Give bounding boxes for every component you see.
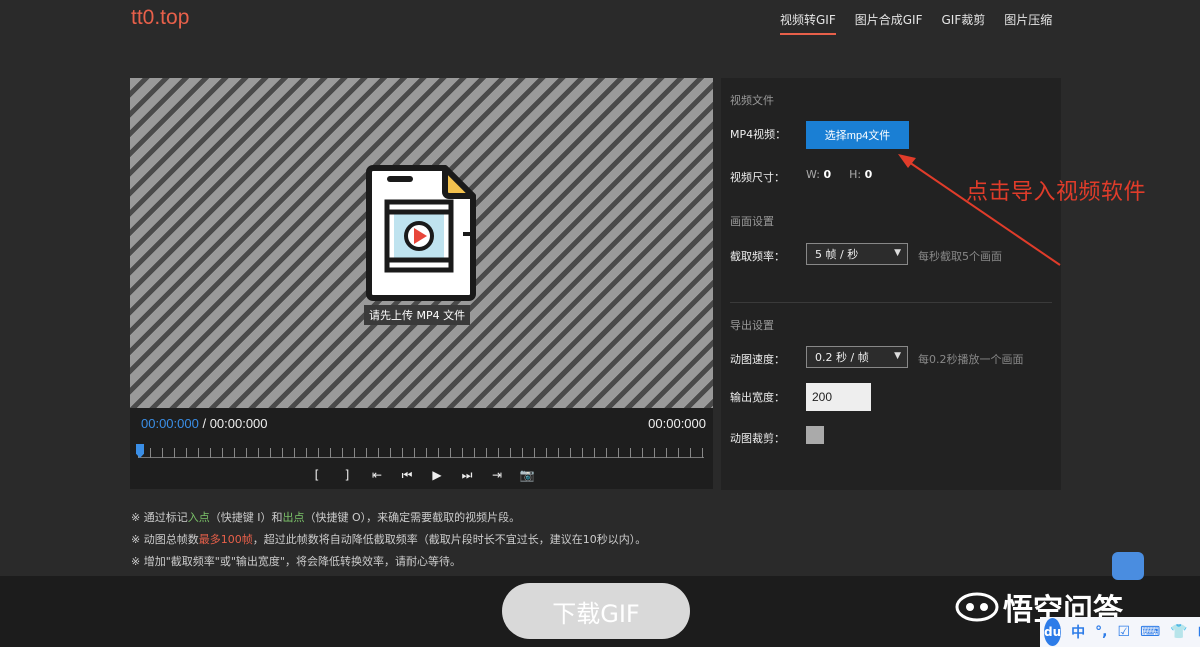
ime-chinese-mode[interactable]: 中 (1071, 622, 1085, 642)
capture-rate-label: 截取频率： (730, 250, 785, 263)
video-size-label: 视频尺寸： (730, 171, 785, 184)
note-3: ※ 增加"截取频率"或"输出宽度"，将会降低转换效率，请耐心等待。 (131, 555, 461, 568)
video-file-icon (366, 165, 476, 301)
capture-rate-hint: 每秒截取5个画面 (918, 250, 1002, 263)
ime-punctuation-icon[interactable]: °, (1095, 624, 1107, 640)
time-readout: 00:00:000 / 00:00:000 00:00:000 (141, 416, 706, 431)
chevron-down-icon: ▼ (894, 351, 901, 361)
video-stage[interactable]: 请先上传 MP4 文件 (130, 78, 713, 408)
max-frames-text: 最多100帧 (198, 533, 253, 546)
out-point-text: 出点 (282, 511, 305, 524)
ime-keyboard-icon[interactable]: ⌨ (1140, 624, 1160, 640)
time-separator: / (198, 416, 210, 431)
capture-rate-value: 5 帧 / 秒 (815, 248, 859, 261)
wukong-logo-icon (955, 592, 999, 622)
play-icon[interactable]: ▶ (430, 468, 444, 482)
output-width-label: 输出宽度： (730, 391, 785, 404)
gif-speed-value: 0.2 秒 / 帧 (815, 351, 869, 364)
camera-icon[interactable]: 📷 (520, 468, 535, 482)
chevron-down-icon: ▼ (894, 248, 901, 258)
mark-in-button[interactable]: [ (310, 468, 324, 482)
height-value: 0 (864, 168, 873, 181)
gif-speed-label: 动图速度： (730, 353, 785, 366)
mark-out-button[interactable]: ] (340, 468, 354, 482)
nav-gif-crop[interactable]: GIF裁剪 (942, 11, 986, 35)
total-time: 00:00:000 (209, 416, 268, 431)
gif-speed-select[interactable]: 0.2 秒 / 帧 ▼ (806, 346, 908, 368)
go-to-in-icon[interactable]: ⇤ (370, 468, 384, 482)
gif-crop-checkbox[interactable] (806, 426, 824, 444)
app-window: tt0.top 视频转GIF 图片合成GIF GIF裁剪 图片压缩 请先上传 M… (0, 0, 1200, 647)
section-export-settings: 导出设置 (730, 319, 774, 332)
next-frame-icon[interactable]: ⏭ (460, 468, 474, 482)
gif-crop-label: 动图裁剪： (730, 432, 785, 445)
video-dimensions: W: 0 H: 0 (806, 168, 872, 181)
nav-image-compress[interactable]: 图片压缩 (1004, 11, 1052, 35)
ime-toolbox-icon[interactable]: ☑ (1117, 624, 1130, 640)
settings-panel: 视频文件 MP4视频： 选择mp4文件 视频尺寸： W: 0 H: 0 画面设置… (721, 78, 1061, 490)
chat-icon[interactable] (1112, 552, 1144, 580)
section-frame-settings: 画面设置 (730, 215, 774, 228)
selection-duration: 00:00:000 (648, 416, 706, 431)
note-1: ※ 通过标记入点（快捷键 I）和出点（快捷键 O），来确定需要截取的视频片段。 (131, 511, 521, 524)
width-prefix: W: (806, 168, 820, 181)
ime-toolbar: du 中 °, ☑ ⌨ 👕 ⊞ (1040, 617, 1200, 647)
nav-images-to-gif[interactable]: 图片合成GIF (855, 11, 923, 35)
video-player: 请先上传 MP4 文件 00:00:000 / 00:00:000 00:00:… (130, 78, 713, 489)
usage-notes: ※ 通过标记入点（快捷键 I）和出点（快捷键 O），来确定需要截取的视频片段。 … (131, 507, 646, 573)
gif-speed-hint: 每0.2秒播放一个画面 (918, 353, 1024, 366)
ime-skin-icon[interactable]: 👕 (1170, 624, 1187, 640)
go-to-out-icon[interactable]: ⇥ (490, 468, 504, 482)
in-point-text: 入点 (187, 511, 210, 524)
mp4-label: MP4视频： (730, 128, 787, 141)
site-logo[interactable]: tt0.top (131, 6, 189, 30)
prev-frame-icon[interactable]: ⏮ (400, 468, 414, 482)
timeline-ticks (138, 448, 704, 458)
output-width-input[interactable] (806, 383, 871, 411)
top-nav: 视频转GIF 图片合成GIF GIF裁剪 图片压缩 (780, 11, 1052, 35)
nav-video-to-gif[interactable]: 视频转GIF (780, 11, 836, 35)
current-time: 00:00:000 (141, 416, 199, 431)
annotation-text: 点击导入视频软件 (966, 180, 1147, 205)
section-divider (730, 302, 1052, 303)
section-video-file: 视频文件 (730, 94, 774, 107)
player-controls: [ ] ⇤ ⏮ ▶ ⏭ ⇥ 📷 (310, 468, 535, 483)
baidu-ime-logo-icon[interactable]: du (1044, 618, 1062, 646)
height-prefix: H: (849, 168, 862, 181)
download-gif-button[interactable]: 下载GIF (502, 583, 690, 639)
choose-mp4-button[interactable]: 选择mp4文件 (806, 121, 909, 149)
width-value: 0 (823, 168, 832, 181)
capture-rate-select[interactable]: 5 帧 / 秒 ▼ (806, 243, 908, 265)
note-2: ※ 动图总帧数最多100帧，超过此帧数将自动降低截取频率（截取片段时长不宜过长，… (131, 533, 647, 546)
timeline-ruler[interactable] (136, 444, 704, 458)
upload-hint: 请先上传 MP4 文件 (364, 305, 471, 325)
